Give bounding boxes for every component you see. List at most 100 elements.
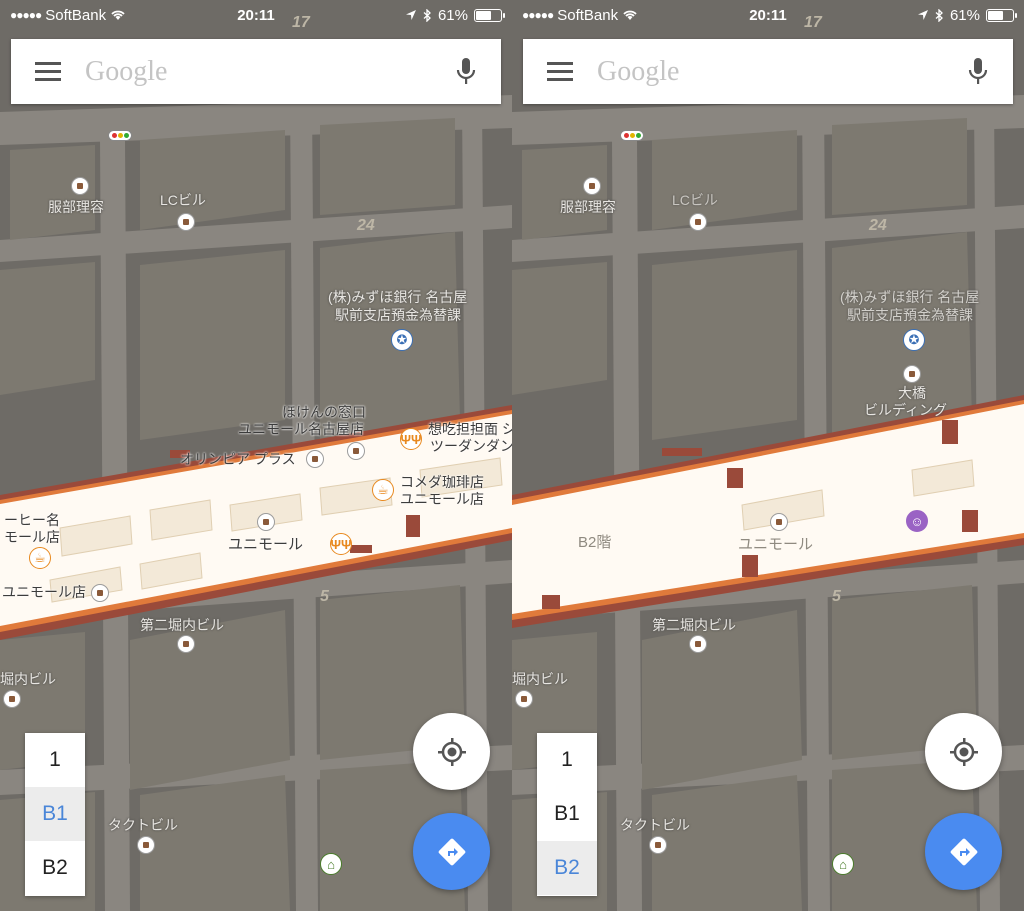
poi-label[interactable]: ツーダンダン	[430, 437, 512, 455]
poi-marker[interactable]	[177, 213, 195, 231]
poi-label[interactable]: タクトビル	[620, 816, 690, 834]
bank-icon[interactable]: ✪	[391, 329, 413, 351]
poi-label[interactable]: 第二堀内ビル	[140, 616, 224, 634]
search-bar	[11, 39, 501, 104]
poi-marker[interactable]	[306, 450, 324, 468]
poi-marker[interactable]	[347, 442, 365, 460]
signal-strength-icon: ●●●●●	[522, 8, 554, 22]
restaurant-icon[interactable]: ΨΨ	[400, 428, 422, 450]
location-arrow-icon	[917, 10, 928, 20]
home-icon[interactable]: ⌂	[320, 853, 342, 875]
poi-label[interactable]: モール店	[4, 528, 60, 546]
poi-label[interactable]: (株)みずほ銀行 名古屋	[328, 288, 467, 306]
poi-label[interactable]: 堀内ビル	[512, 670, 568, 688]
bank-icon[interactable]: ✪	[903, 329, 925, 351]
traffic-light-icon	[620, 130, 644, 141]
traffic-light-icon	[108, 130, 132, 141]
cafe-icon[interactable]: ☕	[29, 547, 51, 569]
block-number: 24	[869, 217, 887, 234]
poi-label[interactable]: 駅前支店預金為替課	[847, 306, 973, 324]
restaurant-icon[interactable]: ΨΨ	[330, 533, 352, 555]
menu-button[interactable]	[11, 39, 85, 104]
poi-marker[interactable]	[177, 635, 195, 653]
poi-marker[interactable]	[689, 635, 707, 653]
poi-marker[interactable]	[71, 177, 89, 195]
floor-button-b2[interactable]: B2	[537, 841, 597, 895]
poi-label[interactable]: タクトビル	[108, 816, 178, 834]
mic-button[interactable]	[431, 39, 501, 104]
home-icon[interactable]: ⌂	[832, 853, 854, 875]
battery-icon	[474, 8, 505, 22]
directions-icon	[950, 838, 977, 865]
poi-marker[interactable]	[903, 365, 921, 383]
my-location-button[interactable]	[925, 713, 1002, 790]
poi-label[interactable]: 服部理容	[48, 198, 104, 216]
directions-button[interactable]	[925, 813, 1002, 890]
poi-label[interactable]: ユニモール	[228, 536, 303, 554]
poi-marker[interactable]	[137, 836, 155, 854]
poi-label[interactable]: コメダ珈琲店	[400, 473, 484, 491]
poi-label[interactable]: LCビル	[160, 191, 206, 209]
poi-marker[interactable]	[689, 213, 707, 231]
floor-label: B2階	[578, 534, 612, 551]
cafe-icon[interactable]: ☕	[372, 479, 394, 501]
poi-label[interactable]: 堀内ビル	[0, 670, 56, 688]
poi-marker[interactable]	[515, 690, 533, 708]
poi-marker[interactable]	[91, 584, 109, 602]
menu-button[interactable]	[523, 39, 597, 104]
poi-marker[interactable]	[3, 690, 21, 708]
poi-label[interactable]: ユニモール	[738, 536, 813, 554]
wifi-icon	[623, 10, 637, 20]
directions-button[interactable]	[413, 813, 490, 890]
poi-label[interactable]: ユニモール名古屋店	[238, 420, 364, 438]
bluetooth-icon	[935, 8, 943, 22]
battery-percent: 61%	[949, 6, 980, 24]
status-bar: ●●●●● SoftBank 20:11 61%	[0, 0, 512, 30]
block-number: 5	[320, 588, 329, 605]
microphone-icon	[968, 57, 988, 84]
floor-button-b1[interactable]: B1	[537, 787, 597, 841]
my-location-button[interactable]	[413, 713, 490, 790]
screen-b1: 17 24 5 服部理容 LCビル (株)みずほ銀行 名古屋 駅前支店預金為替課…	[0, 0, 512, 911]
poi-label[interactable]: 大橋	[898, 384, 926, 402]
floor-button-1[interactable]: 1	[537, 733, 597, 787]
search-input[interactable]	[85, 41, 431, 102]
poi-label[interactable]: (株)みずほ銀行 名古屋	[840, 288, 979, 306]
microphone-icon	[456, 57, 476, 84]
poi-label[interactable]: ユニモール店	[400, 490, 484, 508]
crosshair-icon	[437, 737, 466, 766]
poi-label[interactable]: ほけんの窓口	[282, 403, 366, 421]
poi-marker[interactable]	[649, 836, 667, 854]
search-bar	[523, 39, 1013, 104]
poi-label[interactable]: ーヒー名	[4, 511, 60, 529]
poi-label[interactable]: ビルディング	[864, 401, 947, 419]
floor-button-1[interactable]: 1	[25, 733, 85, 787]
poi-label[interactable]: 服部理容	[560, 198, 616, 216]
crosshair-icon	[949, 737, 978, 766]
status-bar: ●●●●● SoftBank 20:11 61%	[512, 0, 1024, 30]
block-number: 24	[357, 217, 375, 234]
search-input[interactable]	[597, 41, 943, 102]
directions-icon	[438, 838, 465, 865]
poi-label[interactable]: 第二堀内ビル	[652, 616, 736, 634]
floor-picker: 1 B1 B2	[25, 733, 85, 896]
block-number: 5	[832, 588, 841, 605]
poi-marker[interactable]	[257, 513, 275, 531]
floor-button-b1[interactable]: B1	[25, 787, 85, 841]
floor-picker: 1 B1 B2	[537, 733, 597, 896]
screen-b2: 17 24 5 服部理容 LCビル (株)みずほ銀行 名古屋 駅前支店預金為替課…	[512, 0, 1024, 911]
carrier-name: SoftBank	[557, 6, 619, 24]
poi-label[interactable]: LCビル	[672, 191, 718, 209]
poi-label[interactable]: ユニモール店	[2, 583, 86, 601]
restroom-icon[interactable]: ☺	[906, 510, 928, 532]
poi-label[interactable]: オリンピア プラス	[180, 450, 296, 468]
poi-marker[interactable]	[583, 177, 601, 195]
mic-button[interactable]	[943, 39, 1013, 104]
wifi-icon	[111, 10, 125, 20]
poi-marker[interactable]	[770, 513, 788, 531]
poi-label[interactable]: 想吃担担面 シ	[428, 420, 512, 438]
poi-label[interactable]: 駅前支店預金為替課	[335, 306, 461, 324]
signal-strength-icon: ●●●●●	[10, 8, 42, 22]
battery-icon	[986, 8, 1017, 22]
floor-button-b2[interactable]: B2	[25, 841, 85, 895]
